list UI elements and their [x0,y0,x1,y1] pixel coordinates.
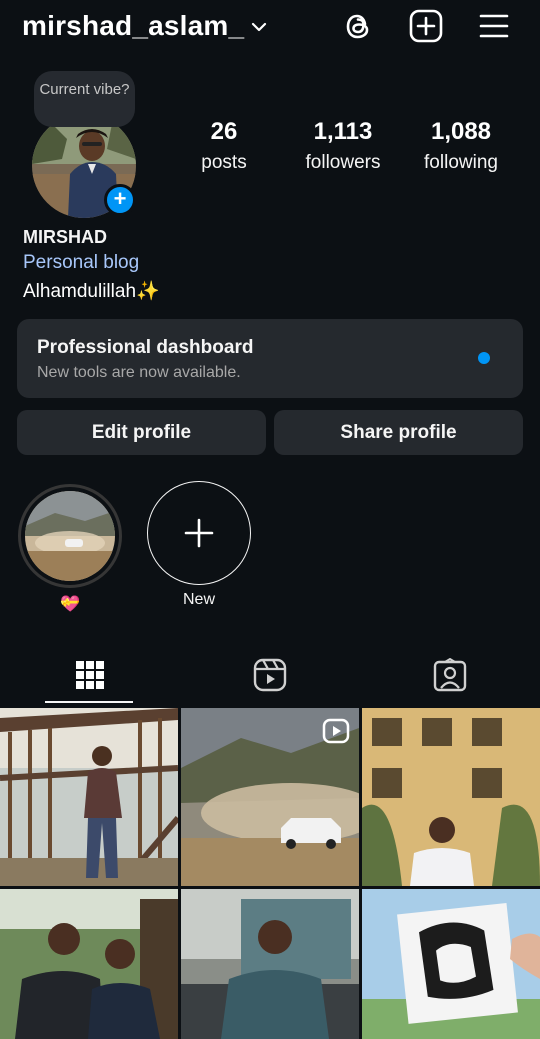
following-stat[interactable]: 1,088 following [396,118,526,174]
profile-name: MIRSHAD [23,227,107,247]
post-thumbnail[interactable] [181,889,359,1039]
tab-tagged[interactable] [360,645,540,705]
post-thumbnail[interactable] [0,708,178,886]
edit-profile-button[interactable]: Edit profile [17,410,266,455]
chevron-down-icon[interactable] [250,18,268,36]
profile-category: Personal blog [23,252,140,273]
current-vibe-note[interactable]: Current vibe? [34,71,135,127]
highlight-item[interactable]: 💝 [18,484,122,614]
highlight-label: 💝 [60,596,80,613]
posts-label: posts [201,152,247,173]
create-plus-icon[interactable] [408,8,444,44]
highlight-cover [25,491,115,581]
new-highlight-item[interactable]: New [147,481,251,609]
menu-icon[interactable] [476,8,512,44]
posts-grid-icon [76,661,104,689]
post-thumbnail[interactable] [0,889,178,1039]
active-tab-indicator [45,701,133,703]
username-title[interactable]: mirshad_aslam_ [22,10,244,42]
followers-count: 1,113 [313,118,373,145]
tagged-icon [433,658,467,692]
add-story-plus-icon[interactable]: + [104,184,136,216]
post-thumbnail[interactable] [181,708,359,886]
post-thumbnail[interactable] [362,708,540,886]
share-profile-button[interactable]: Share profile [274,410,523,455]
post-thumbnail[interactable] [362,889,540,1039]
new-highlight-label: New [182,591,215,608]
dashboard-subtitle: New tools are now available. [37,364,241,381]
threads-icon[interactable] [340,8,376,44]
notification-dot [478,352,490,364]
posts-stat[interactable]: 26 posts [159,118,289,174]
followers-stat[interactable]: 1,113 followers [278,118,408,174]
new-highlight-circle [147,481,251,585]
profile-tabs [0,645,540,705]
plus-icon [184,518,214,548]
tab-posts[interactable] [0,645,180,705]
top-bar: mirshad_aslam_ [0,0,540,56]
following-label: following [424,152,498,173]
professional-dashboard-card[interactable]: Professional dashboard New tools are now… [17,319,523,398]
dashboard-title: Professional dashboard [37,337,254,358]
following-count: 1,088 [430,118,492,145]
highlight-ring [18,484,122,588]
followers-label: followers [305,152,381,173]
posts-count: 26 [210,118,238,145]
reels-icon [253,658,287,692]
profile-bio: Alhamdulillah✨ [23,281,160,302]
tab-reels[interactable] [180,645,360,705]
